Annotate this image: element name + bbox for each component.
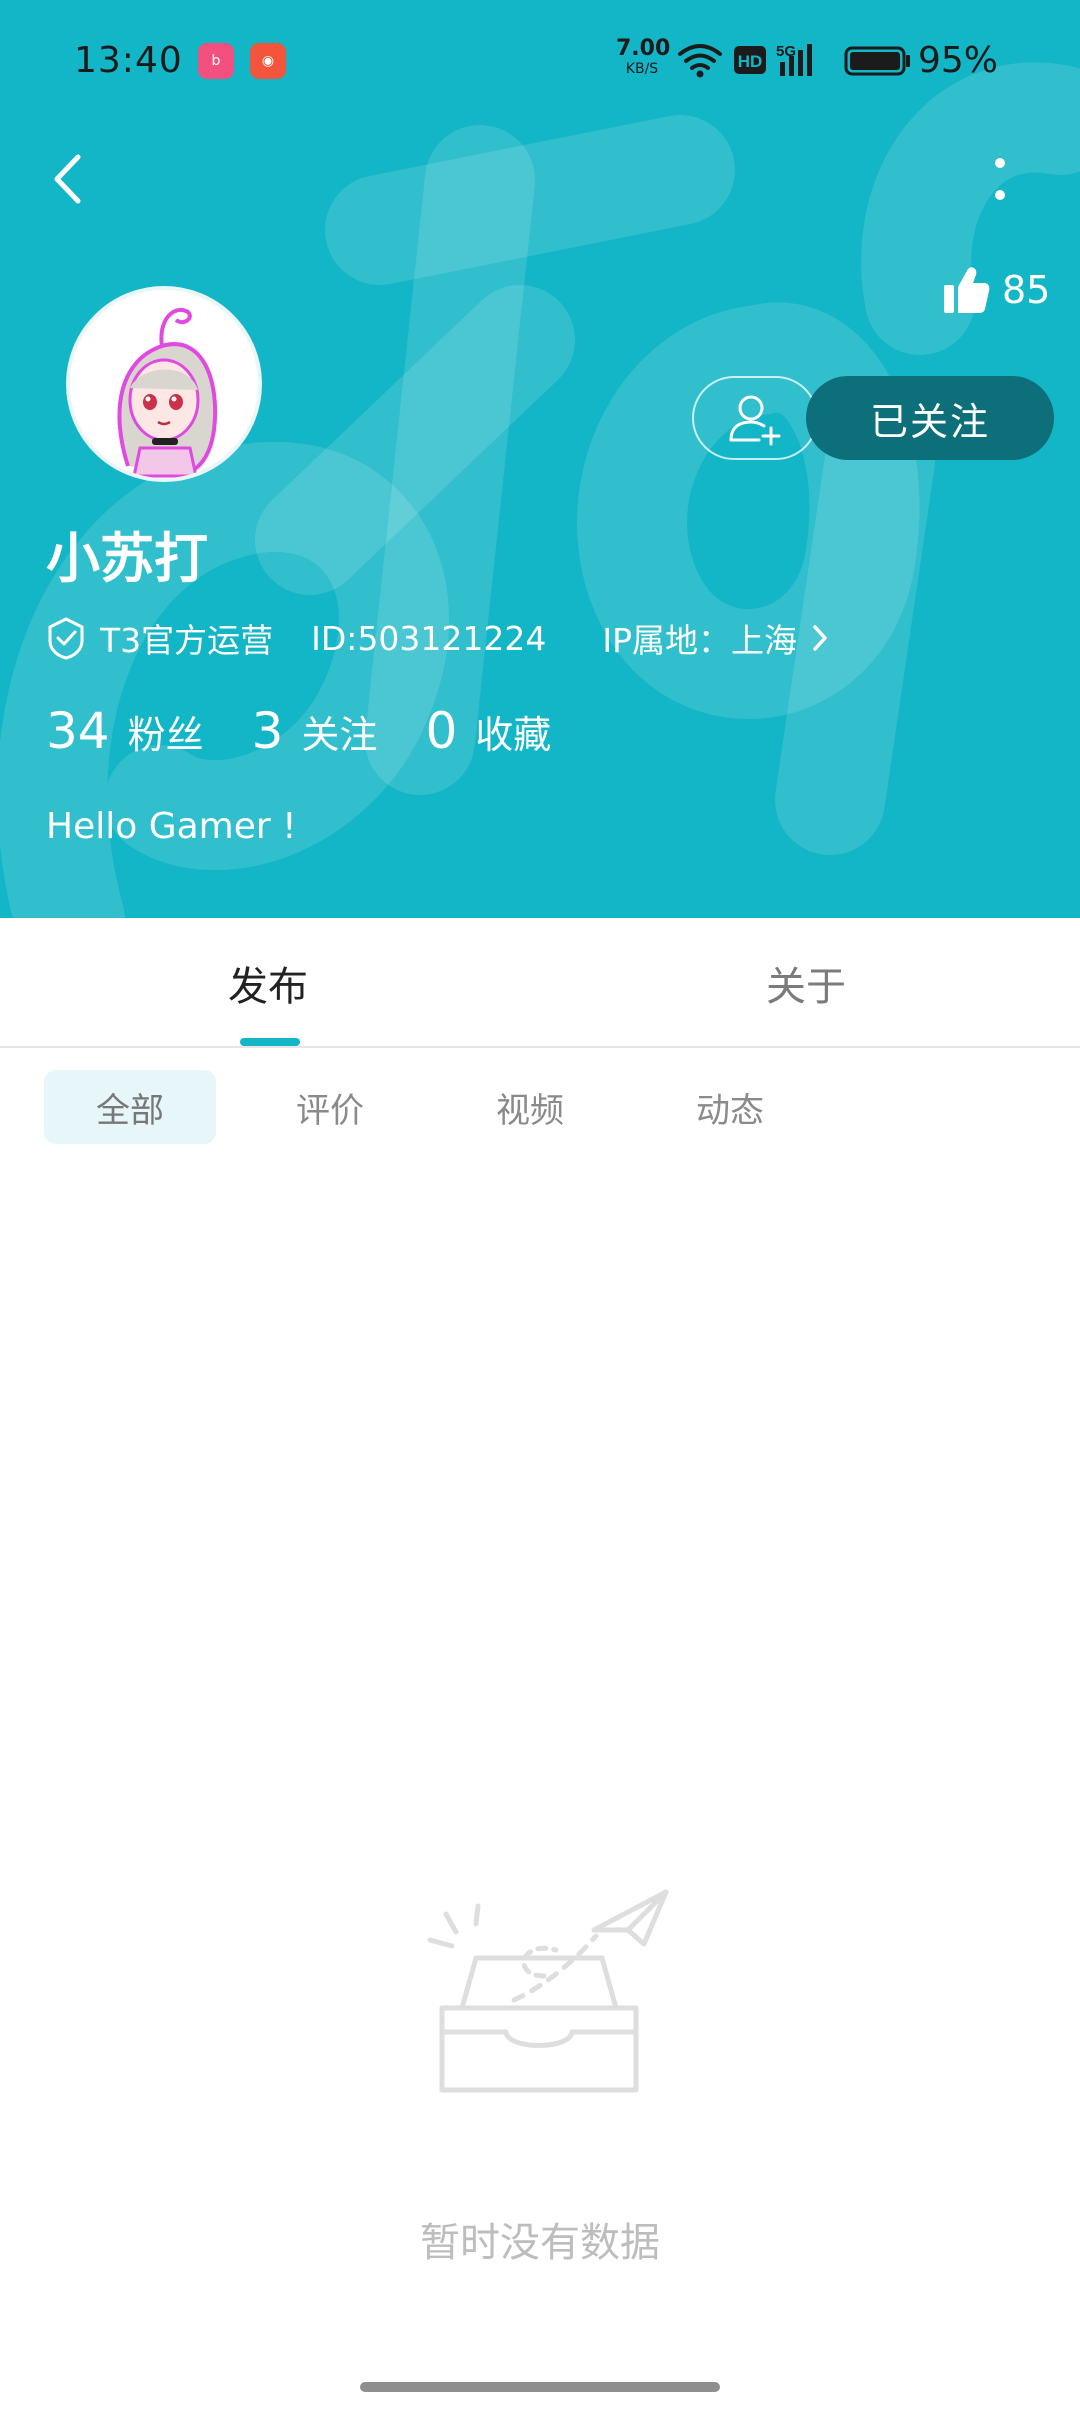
- signal-5g-icon: 5G: [776, 43, 812, 76]
- profile-stats: 34 粉丝 3 关注 0 收藏: [46, 702, 599, 772]
- bilibili-app-icon: b: [198, 43, 234, 79]
- content-tabs: 发布 关于: [0, 918, 1080, 1048]
- avatar-illustration: [70, 290, 258, 478]
- wifi-icon: [678, 44, 722, 70]
- svg-text:HD: HD: [738, 52, 763, 71]
- add-friend-icon: [729, 395, 781, 446]
- home-indicator[interactable]: [360, 2382, 720, 2392]
- profile-meta-row: T3官方运营 ID:503121224 IP属地：上海: [46, 612, 831, 664]
- filter-videos[interactable]: 视频: [444, 1070, 616, 1144]
- back-button[interactable]: [38, 146, 96, 212]
- video-app-icon: ◉: [250, 43, 286, 79]
- network-speed: 7.00 KB/S: [616, 36, 671, 77]
- empty-box-icon: [427, 1889, 669, 2093]
- verified-shield-icon: [48, 617, 84, 660]
- tab-posts[interactable]: 发布: [228, 954, 308, 1012]
- filter-all[interactable]: 全部: [44, 1070, 216, 1144]
- more-vertical-icon: [995, 158, 1005, 200]
- chevron-right-icon: [813, 625, 827, 651]
- more-options-button[interactable]: [982, 146, 1018, 212]
- user-bio: Hello Gamer !: [46, 806, 297, 847]
- tab-indicator: [240, 1038, 300, 1046]
- status-icons: HD 5G: [678, 43, 910, 78]
- stat-fans[interactable]: 34 粉丝: [46, 702, 204, 760]
- follow-button[interactable]: 已关注: [806, 376, 1054, 460]
- status-time: 13:40: [74, 40, 183, 81]
- filter-chips: 全部 评价 视频 动态: [0, 1070, 1080, 1144]
- username: 小苏打: [46, 527, 208, 590]
- user-id: ID:503121224: [311, 618, 547, 658]
- filter-moments[interactable]: 动态: [644, 1070, 816, 1144]
- official-badge-label: T3官方运营: [100, 621, 274, 660]
- battery-percent: 95%: [918, 40, 999, 81]
- back-arrow-icon: [54, 154, 81, 204]
- ip-location[interactable]: IP属地：上海: [602, 614, 797, 662]
- filter-reviews[interactable]: 评价: [244, 1070, 416, 1144]
- profile-header: 13:40 b ◉ 7.00 KB/S HD 5G 95% 85 已关注 小苏打…: [0, 0, 1080, 918]
- likes-counter: 85: [942, 262, 1050, 318]
- hd-icon: HD: [734, 46, 766, 74]
- add-friend-button[interactable]: [692, 376, 818, 460]
- avatar[interactable]: [66, 286, 262, 482]
- stat-following[interactable]: 3 关注: [252, 702, 378, 760]
- stat-favorites[interactable]: 0 收藏: [425, 702, 551, 760]
- tab-about[interactable]: 关于: [766, 954, 846, 1012]
- battery-icon: [844, 46, 910, 76]
- thumbs-up-icon: [944, 267, 990, 313]
- status-bar: 13:40 b ◉ 7.00 KB/S HD 5G 95%: [0, 0, 1080, 124]
- empty-state-message: 暂时没有数据: [420, 2220, 660, 2266]
- likes-count: 85: [1002, 268, 1051, 312]
